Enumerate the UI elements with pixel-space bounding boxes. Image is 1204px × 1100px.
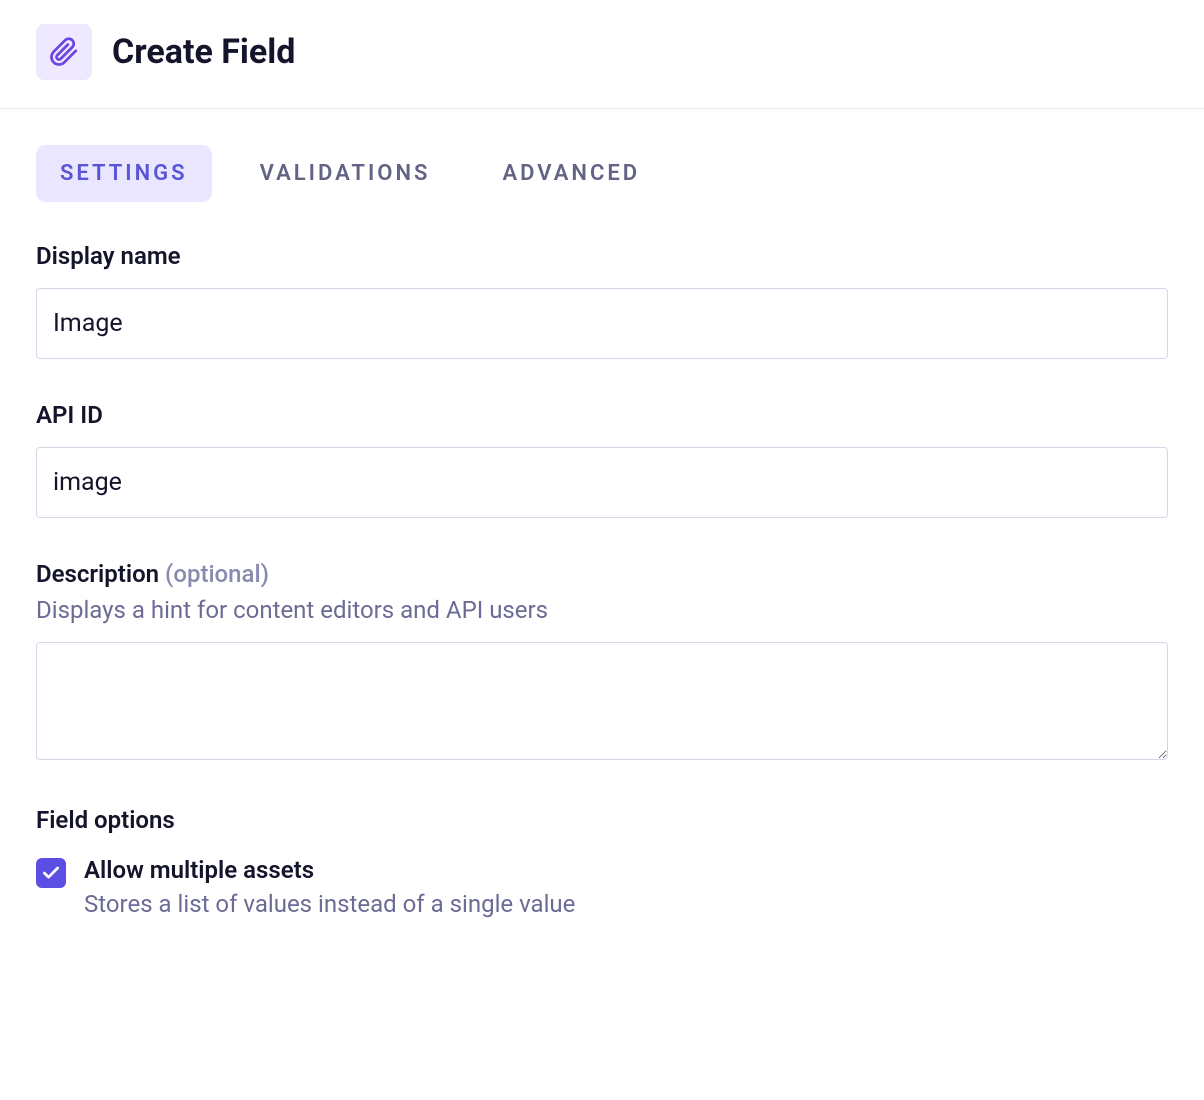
page-header: Create Field (0, 0, 1204, 109)
description-label: Description (optional) (36, 560, 1168, 588)
tab-settings[interactable]: SETTINGS (36, 145, 212, 202)
allow-multiple-label: Allow multiple assets (84, 856, 575, 884)
display-name-label: Display name (36, 242, 1168, 270)
allow-multiple-description: Stores a list of values instead of a sin… (84, 890, 575, 918)
allow-multiple-texts: Allow multiple assets Stores a list of v… (84, 856, 575, 918)
description-label-text: Description (36, 560, 159, 588)
api-id-input[interactable] (36, 447, 1168, 518)
description-group: Description (optional) Displays a hint f… (36, 560, 1168, 764)
display-name-input[interactable] (36, 288, 1168, 359)
description-sublabel: Displays a hint for content editors and … (36, 596, 1168, 624)
description-label-hint: (optional) (165, 560, 269, 588)
api-id-group: API ID (36, 401, 1168, 518)
api-id-label: API ID (36, 401, 1168, 429)
tab-validations[interactable]: VALIDATIONS (236, 145, 455, 202)
description-input[interactable] (36, 642, 1168, 760)
field-options-section: Field options Allow multiple assets Stor… (36, 806, 1168, 918)
allow-multiple-row: Allow multiple assets Stores a list of v… (36, 856, 1168, 918)
field-options-title: Field options (36, 806, 1168, 834)
tab-bar: SETTINGS VALIDATIONS ADVANCED (36, 145, 1168, 202)
tab-advanced[interactable]: ADVANCED (478, 145, 664, 202)
paperclip-icon (36, 24, 92, 80)
content-area: SETTINGS VALIDATIONS ADVANCED Display na… (0, 109, 1204, 958)
allow-multiple-checkbox[interactable] (36, 858, 66, 888)
check-icon (41, 863, 61, 883)
display-name-group: Display name (36, 242, 1168, 359)
page-title: Create Field (112, 32, 295, 72)
